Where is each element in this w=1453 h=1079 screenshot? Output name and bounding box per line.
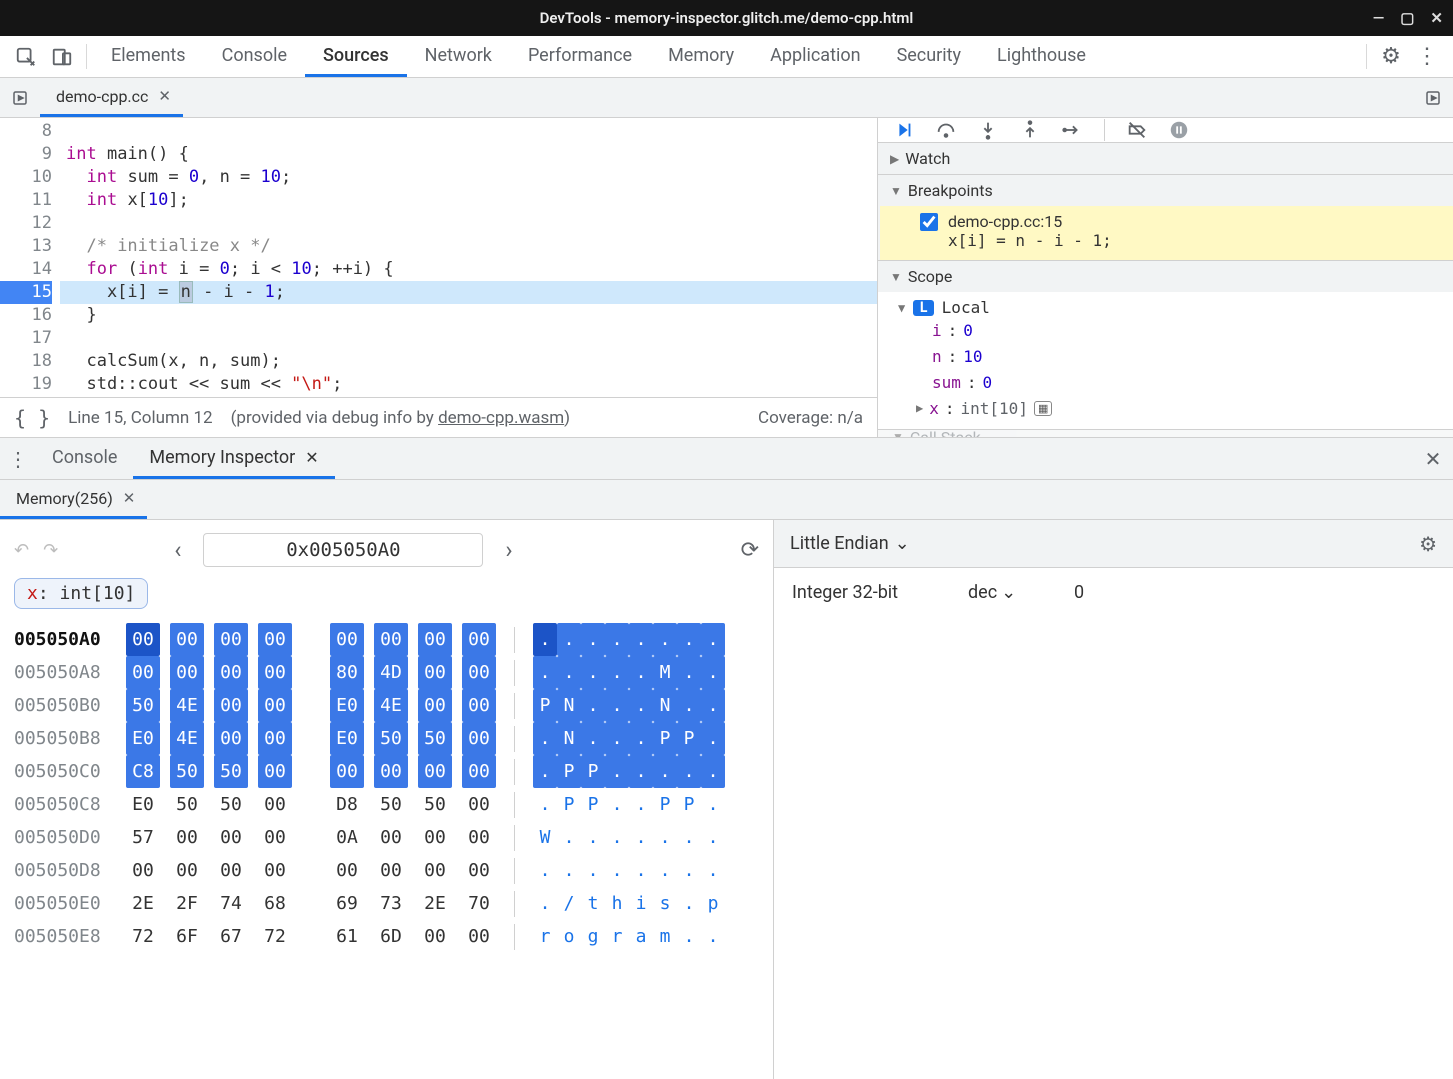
interpreter-row: Integer 32-bit dec ⌄ 0 [774,568,1453,617]
hex-row[interactable]: 005050C0C850500000000000.PP..... [14,755,759,788]
local-badge-icon: L [913,300,933,316]
window-title: DevTools - memory-inspector.glitch.me/de… [540,9,914,27]
window-titlebar: DevTools - memory-inspector.glitch.me/de… [0,0,1453,36]
breakpoint-source-line: x[i] = n - i - 1; [948,231,1441,250]
memory-tab[interactable]: Memory(256) ✕ [0,480,147,519]
memory-toolbar: ↶ ↷ ‹ › ⟳ [14,530,759,570]
device-toggle-icon[interactable] [44,36,80,77]
breakpoints-section-header[interactable]: ▼ Breakpoints [878,175,1453,206]
hex-row[interactable]: 005050A800000000804D0000.....M.. [14,656,759,689]
callstack-section-header[interactable]: ▼ Call Stack [878,430,1453,437]
hex-viewer: ↶ ↷ ‹ › ⟳ x: int[10] 005050A000000000000… [0,520,773,1079]
hex-row[interactable]: 005050D0570000000A000000W....... [14,821,759,854]
drawer-tab-memory-inspector[interactable]: Memory Inspector ✕ [133,438,334,479]
tab-network[interactable]: Network [407,36,510,77]
cursor-position: Line 15, Column 12 [68,408,212,428]
tab-memory[interactable]: Memory [650,36,752,77]
pretty-print-icon[interactable]: { } [14,406,50,430]
tab-elements[interactable]: Elements [93,36,204,77]
file-tab-label: demo-cpp.cc [56,87,148,106]
tab-security[interactable]: Security [879,36,979,77]
line-number-gutter: 891011121314151617181920 [0,118,60,397]
value-interpreter: Little Endian ⌄ ⚙ Integer 32-bit dec ⌄ 0 [773,520,1453,1079]
tab-lighthouse[interactable]: Lighthouse [979,36,1104,77]
scope-section-header[interactable]: ▼ Scope [878,261,1453,292]
hex-row[interactable]: 005050E8726F6772616D0000rogram.. [14,920,759,953]
deactivate-breakpoints-icon[interactable] [1125,118,1149,142]
step-icon[interactable] [1060,118,1084,142]
inspect-element-icon[interactable] [8,36,44,77]
source-file-tabs: demo-cpp.cc ✕ [0,78,1453,118]
step-out-icon[interactable] [1018,118,1042,142]
collapse-icon: ▼ [890,270,902,284]
history-forward-icon[interactable]: ↷ [43,540,58,561]
source-code-pane: 891011121314151617181920 int main() { in… [0,118,878,437]
highlight-chip[interactable]: x: int[10] [14,578,148,609]
hex-row[interactable]: 005050A00000000000000000........ [14,623,759,656]
step-into-icon[interactable] [976,118,1000,142]
interpreter-settings-icon[interactable]: ⚙ [1419,532,1437,556]
settings-gear-icon[interactable]: ⚙ [1373,36,1409,77]
code-lines[interactable]: int main() { int sum = 0, n = 10; int x[… [60,118,877,397]
scope-variable-sum[interactable]: sum: 0 [898,369,1443,395]
minimize-icon[interactable]: — [1373,9,1385,27]
debugger-sidebar: ▶ Watch ▼ Breakpoints demo-cpp.cc:15 x[i… [878,118,1453,437]
watch-section-header[interactable]: ▶ Watch [878,143,1453,174]
editor-status-bar: { } Line 15, Column 12 (provided via deb… [0,397,877,437]
page-prev-icon[interactable]: ‹ [166,536,189,564]
resume-icon[interactable] [892,118,916,142]
file-tab-demo-cpp[interactable]: demo-cpp.cc ✕ [40,78,183,117]
tab-performance[interactable]: Performance [510,36,650,77]
kebab-menu-icon[interactable]: ⋮ [1409,36,1445,77]
hex-row[interactable]: 005050C8E0505000D8505000.PP..PP. [14,788,759,821]
chevron-down-icon: ⌄ [895,533,910,554]
coverage-status: Coverage: n/a [758,408,863,428]
scope-variable-x[interactable]: ▶ x: int[10] ▦ [898,395,1443,421]
drawer-tab-console[interactable]: Console [36,438,133,479]
tab-application[interactable]: Application [752,36,878,77]
tab-console[interactable]: Console [204,36,305,77]
breakpoint-checkbox[interactable] [920,213,938,231]
hex-row[interactable]: 005050B8E04E0000E0505000.N...PP. [14,722,759,755]
breakpoint-file-label: demo-cpp.cc:15 [948,212,1062,231]
step-over-icon[interactable] [934,118,958,142]
address-input[interactable] [203,533,483,567]
debug-info-source: (provided via debug info by demo-cpp.was… [231,408,571,428]
devtools-tabstrip: ElementsConsoleSourcesNetworkPerformance… [0,36,1453,78]
wasm-source-link[interactable]: demo-cpp.wasm [438,408,564,428]
navigator-toggle-icon[interactable] [0,78,40,117]
interp-type: Integer 32-bit [792,582,932,603]
scope-variable-i[interactable]: i: 0 [898,317,1443,343]
close-tab-icon[interactable]: ✕ [305,448,318,467]
hex-row[interactable]: 005050E02E2F746869732E70./this.p [14,887,759,920]
debugger-toolbar [878,118,1453,143]
chevron-down-icon: ⌄ [1001,582,1016,603]
close-icon[interactable]: ✕ [1430,9,1443,27]
drawer-menu-icon[interactable]: ⋮ [0,438,36,479]
page-next-icon[interactable]: › [497,536,520,564]
run-snippet-icon[interactable] [1413,78,1453,117]
drawer-tabstrip: ⋮ Console Memory Inspector ✕ ✕ [0,438,1453,480]
hex-row[interactable]: 005050D80000000000000000........ [14,854,759,887]
refresh-icon[interactable]: ⟳ [741,538,759,563]
memory-tab-strip: Memory(256) ✕ [0,480,1453,520]
collapse-icon: ▼ [890,184,902,198]
breakpoint-entry[interactable]: demo-cpp.cc:15 x[i] = n - i - 1; [878,206,1453,260]
reveal-in-memory-icon[interactable]: ▦ [1034,401,1052,416]
history-back-icon[interactable]: ↶ [14,540,29,561]
close-drawer-icon[interactable]: ✕ [1413,438,1453,479]
scope-variable-n[interactable]: n: 10 [898,343,1443,369]
scope-local-header[interactable]: ▼ L Local [898,298,1443,317]
expand-icon: ▶ [890,152,899,166]
endianness-select[interactable]: Little Endian ⌄ [790,533,910,554]
close-tab-icon[interactable]: ✕ [158,87,171,105]
hex-row[interactable]: 005050B0504E0000E04E0000PN...N.. [14,689,759,722]
interp-format-select[interactable]: dec ⌄ [968,582,1038,603]
pause-on-exceptions-icon[interactable] [1167,118,1191,142]
interp-value: 0 [1074,582,1134,603]
maximize-icon[interactable]: ▢ [1400,9,1414,27]
close-tab-icon[interactable]: ✕ [123,489,136,507]
tab-sources[interactable]: Sources [305,36,407,77]
